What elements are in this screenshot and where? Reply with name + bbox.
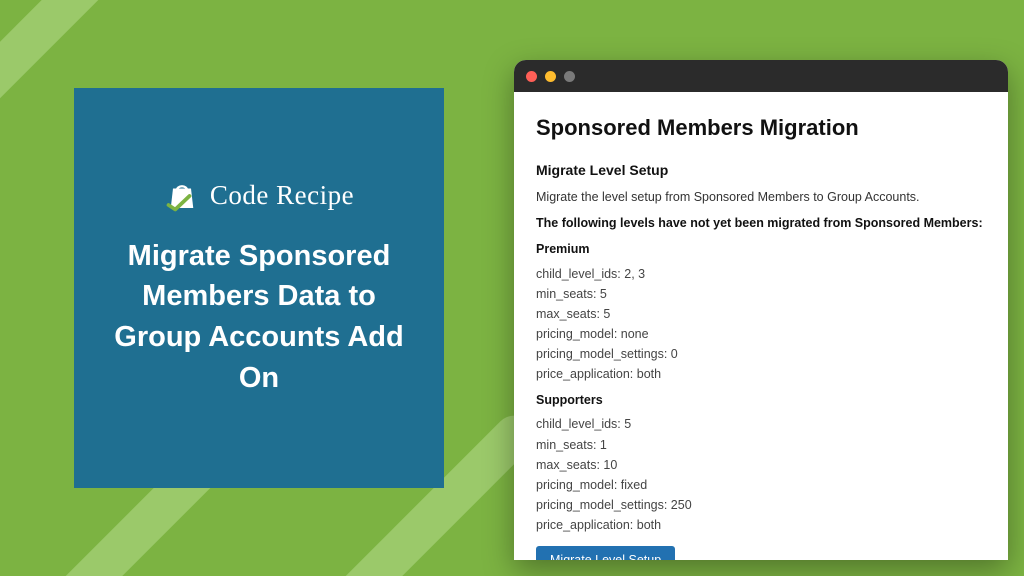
field-value: 250 bbox=[671, 498, 692, 512]
page-title: Sponsored Members Migration bbox=[536, 112, 986, 144]
promo-card: Code Recipe Migrate Sponsored Members Da… bbox=[74, 88, 444, 488]
level-field: min_seats: 1 bbox=[536, 436, 986, 454]
brand-name: Code Recipe bbox=[210, 180, 354, 211]
pending-notice: The following levels have not yet been m… bbox=[536, 214, 986, 232]
window-close-icon[interactable] bbox=[526, 71, 537, 82]
level-block: Premium child_level_ids: 2, 3 min_seats:… bbox=[536, 240, 986, 383]
field-value: 2, 3 bbox=[624, 267, 645, 281]
field-value: 5 bbox=[600, 287, 607, 301]
field-value: 10 bbox=[603, 458, 617, 472]
intro-text: Migrate the level setup from Sponsored M… bbox=[536, 188, 986, 206]
field-value: 5 bbox=[603, 307, 610, 321]
field-value: both bbox=[637, 518, 661, 532]
shopping-bag-check-icon bbox=[164, 178, 200, 214]
level-field: pricing_model: none bbox=[536, 325, 986, 343]
field-value: fixed bbox=[621, 478, 647, 492]
field-value: 0 bbox=[671, 347, 678, 361]
window-titlebar bbox=[514, 60, 1008, 92]
level-field: min_seats: 5 bbox=[536, 285, 986, 303]
level-field: pricing_model_settings: 250 bbox=[536, 496, 986, 514]
level-field: max_seats: 10 bbox=[536, 456, 986, 474]
level-field: pricing_model_settings: 0 bbox=[536, 345, 986, 363]
window-content: Sponsored Members Migration Migrate Leve… bbox=[514, 92, 1008, 560]
window-minimize-icon[interactable] bbox=[545, 71, 556, 82]
promo-title: Migrate Sponsored Members Data to Group … bbox=[100, 236, 418, 398]
level-block: Supporters child_level_ids: 5 min_seats:… bbox=[536, 391, 986, 534]
level-field: max_seats: 5 bbox=[536, 305, 986, 323]
level-field: pricing_model: fixed bbox=[536, 476, 986, 494]
field-value: 1 bbox=[600, 438, 607, 452]
field-value: none bbox=[621, 327, 649, 341]
level-field: child_level_ids: 5 bbox=[536, 415, 986, 433]
level-field: price_application: both bbox=[536, 365, 986, 383]
field-value: both bbox=[637, 367, 661, 381]
migrate-level-setup-button[interactable]: Migrate Level Setup bbox=[536, 546, 675, 560]
level-field: price_application: both bbox=[536, 516, 986, 534]
browser-window: Sponsored Members Migration Migrate Leve… bbox=[514, 60, 1008, 560]
field-value: 5 bbox=[624, 417, 631, 431]
level-name: Supporters bbox=[536, 391, 986, 409]
window-maximize-icon[interactable] bbox=[564, 71, 575, 82]
level-name: Premium bbox=[536, 240, 986, 258]
section-heading: Migrate Level Setup bbox=[536, 160, 986, 180]
level-field: child_level_ids: 2, 3 bbox=[536, 265, 986, 283]
brand-row: Code Recipe bbox=[164, 178, 354, 214]
